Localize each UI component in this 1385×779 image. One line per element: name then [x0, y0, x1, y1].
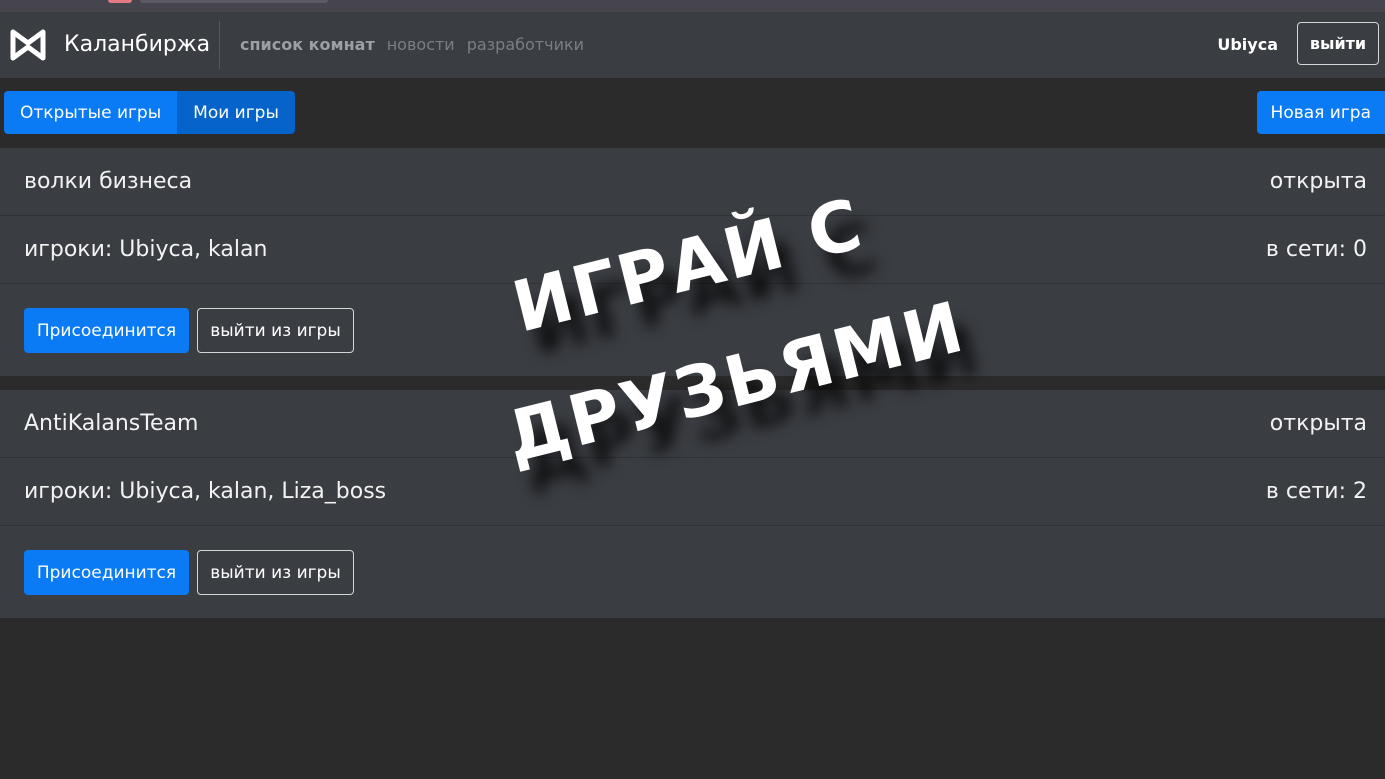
game-online-count: в сети: 0 [1265, 237, 1367, 262]
join-button[interactable]: Присоединится [24, 550, 189, 595]
game-actions: Присоединится выйти из игры [0, 284, 1385, 376]
leave-game-button[interactable]: выйти из игры [197, 308, 354, 353]
game-tabs: Открытые игры Мои игры [4, 91, 295, 134]
game-card: волки бизнеса открыта игроки: Ubiyca, ka… [0, 148, 1385, 376]
logout-button[interactable]: выйти [1297, 22, 1379, 65]
game-header-row: AntiKalansTeam открыта [0, 390, 1385, 458]
leave-game-button[interactable]: выйти из игры [197, 550, 354, 595]
bowtie-logo-icon[interactable] [10, 29, 46, 61]
game-name: AntiKalansTeam [24, 411, 199, 436]
game-players: игроки: Ubiyca, kalan, Liza_boss [24, 479, 387, 504]
game-players-row: игроки: Ubiyca, kalan в сети: 0 [0, 216, 1385, 284]
nav-links: список комнат новости разработчики [240, 34, 584, 56]
tab-my-games[interactable]: Мои игры [177, 91, 295, 134]
navbar-divider [219, 21, 220, 69]
navbar: Каланбиржа список комнат новости разрабо… [0, 12, 1385, 78]
brand-name[interactable]: Каланбиржа [64, 29, 210, 61]
game-card: AntiKalansTeam открыта игроки: Ubiyca, k… [0, 390, 1385, 618]
nav-news[interactable]: новости [387, 34, 455, 56]
tab-open-games[interactable]: Открытые игры [4, 91, 178, 134]
browser-tab-bar [140, 0, 328, 3]
nav-room-list[interactable]: список комнат [240, 34, 375, 56]
new-game-button[interactable]: Новая игра [1256, 91, 1385, 134]
username[interactable]: Ubiyca [1217, 34, 1278, 56]
game-header-row: волки бизнеса открыта [0, 148, 1385, 216]
join-button[interactable]: Присоединится [24, 308, 189, 353]
game-players-row: игроки: Ubiyca, kalan, Liza_boss в сети:… [0, 458, 1385, 526]
game-players: игроки: Ubiyca, kalan [24, 237, 268, 262]
game-status: открыта [1269, 169, 1367, 194]
game-name: волки бизнеса [24, 169, 193, 194]
browser-top-strip [0, 0, 1385, 12]
nav-developers[interactable]: разработчики [467, 34, 584, 56]
game-status: открыта [1269, 411, 1367, 436]
game-online-count: в сети: 2 [1265, 479, 1367, 504]
browser-tab-indicator [108, 0, 132, 3]
game-actions: Присоединится выйти из игры [0, 526, 1385, 618]
